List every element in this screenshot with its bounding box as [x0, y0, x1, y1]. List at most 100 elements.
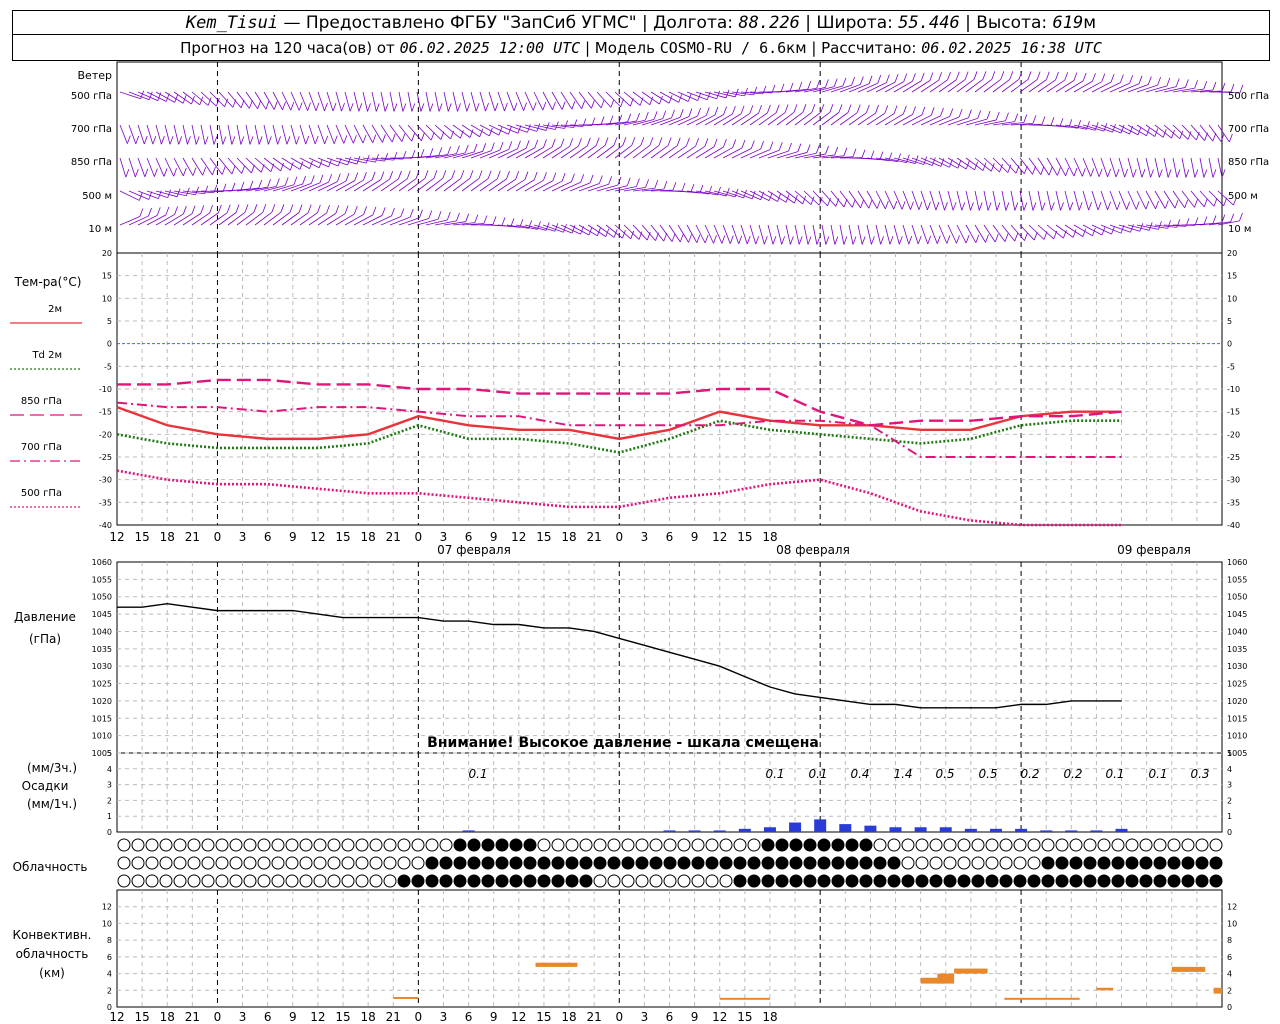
cloud-symbol: [999, 874, 1013, 888]
wind-barb: [335, 180, 355, 192]
cloud-symbol: [719, 838, 733, 852]
cloud-symbol: [593, 856, 607, 870]
wind-barb-flag: [1212, 215, 1217, 224]
cloud-symbol: [551, 874, 565, 888]
wind-barb-flag: [1040, 166, 1045, 175]
wind-barb-flag: [781, 236, 786, 245]
wind-barb-flag: [861, 236, 866, 245]
wind-barb: [200, 124, 206, 145]
wind-barb-flag: [267, 136, 272, 145]
wind-barbs: [119, 71, 1244, 245]
cloud-symbol: [1069, 856, 1083, 870]
wind-barb-flag: [825, 79, 829, 88]
cloud-symbol: [579, 838, 593, 852]
wind-barb: [236, 211, 255, 226]
wind-barb-flag: [956, 235, 960, 244]
wind-barb: [992, 224, 1006, 242]
cloud-symbol: [383, 874, 397, 888]
wind-barb-flag: [816, 80, 820, 89]
cloud-symbol: [873, 838, 887, 852]
wind-barb-flag: [438, 147, 443, 156]
wind-barb: [1091, 190, 1099, 211]
wind-barb: [704, 114, 724, 126]
wind-barb: [920, 224, 929, 244]
wind-barb-flag: [491, 142, 495, 151]
wind-barb-flag: [973, 71, 978, 80]
wind-barb-flag: [697, 107, 701, 117]
cloud-symbol: [985, 856, 999, 870]
wind-barb: [1217, 157, 1223, 178]
wind-barb: [344, 124, 354, 144]
wind-barb: [1073, 190, 1080, 211]
wind-barb-flag: [1213, 198, 1218, 207]
cloud-symbol: [523, 838, 537, 852]
wind-barb: [425, 177, 444, 192]
wind-barb: [875, 190, 886, 210]
wind-barb-flag: [428, 210, 433, 219]
wind-barb: [929, 224, 938, 244]
temp-tick-label: -30: [99, 476, 112, 485]
cloud-symbol: [957, 856, 971, 870]
wind-barb-flag: [898, 236, 903, 245]
precip-bar: [1115, 828, 1128, 832]
wind-barb: [956, 224, 967, 244]
wind-barb: [317, 124, 326, 145]
temp-tick-label-right: -25: [1227, 453, 1240, 462]
wind-barb: [182, 91, 201, 106]
wind-barb-flag: [1078, 202, 1083, 211]
meteogram-chart: 20 2015 1510 105 50 0-5 -5-10 -10-15 -15-20 -20-2…: [10, 61, 1269, 1024]
wind-barb-flag: [265, 101, 270, 110]
wind-barb: [785, 224, 791, 245]
wind-barb-flag: [788, 142, 792, 152]
wind-barb-flag: [679, 109, 684, 118]
wind-barb-flag: [487, 170, 492, 179]
cloud-symbol: [467, 856, 481, 870]
wind-barb: [524, 179, 544, 192]
cloud-symbol: [159, 874, 173, 888]
wind-barb-flag: [525, 140, 530, 149]
wind-barb-flag: [532, 102, 537, 111]
wind-barb-flag: [235, 204, 240, 213]
wind-barb-flag: [380, 171, 385, 180]
wind-barb-flag: [894, 73, 899, 83]
wind-barb-flag: [317, 204, 321, 213]
temp-tick-label-right: 5: [1227, 317, 1232, 326]
wind-barb-flag: [1212, 81, 1217, 91]
cloud-symbol: [1097, 838, 1111, 852]
wind-barb-flag: [636, 178, 640, 187]
precip-bar: [939, 827, 952, 832]
wind-barb-flag: [1101, 73, 1106, 82]
wind-barb: [533, 180, 553, 192]
wind-barb: [164, 213, 184, 226]
wind-barb-flag: [332, 102, 337, 112]
pressure-tick-label-right: 1040: [1227, 627, 1247, 636]
cloud-symbol: [383, 838, 397, 852]
wind-barb-flag: [231, 182, 236, 191]
cloud-symbol: [901, 856, 915, 870]
wind-barb-flag: [231, 136, 236, 145]
wind-barb: [1001, 190, 1007, 211]
wind-barb: [713, 113, 733, 126]
convective-title-3: (км): [39, 966, 65, 980]
wind-barb-flag: [627, 113, 632, 122]
wind-barb-flag: [469, 170, 474, 179]
wind-barb: [866, 190, 878, 209]
wind-barb-flag: [1023, 114, 1028, 123]
wind-barb-flag: [302, 175, 306, 185]
pressure-title: Давление: [14, 610, 76, 624]
day-label-2: 09 февраля: [1117, 543, 1191, 557]
wind-barb-flag: [344, 205, 349, 214]
hour-tick-label-bottom: 15: [335, 1010, 350, 1024]
wind-barb-flag: [202, 167, 207, 176]
wind-barb-flag: [143, 135, 148, 145]
wind-barb-flag: [1005, 202, 1010, 211]
cloud-symbol: [831, 856, 845, 870]
cloud-symbol: [1041, 874, 1055, 888]
cloud-symbol: [789, 856, 803, 870]
wind-barb: [380, 178, 399, 192]
wind-barb-flag: [1077, 120, 1082, 129]
wind-barb-flag: [499, 141, 504, 151]
temp-tick-label: 5: [107, 317, 112, 326]
temp-tick-label-right: -40: [1227, 521, 1240, 530]
wind-barb: [452, 91, 458, 112]
